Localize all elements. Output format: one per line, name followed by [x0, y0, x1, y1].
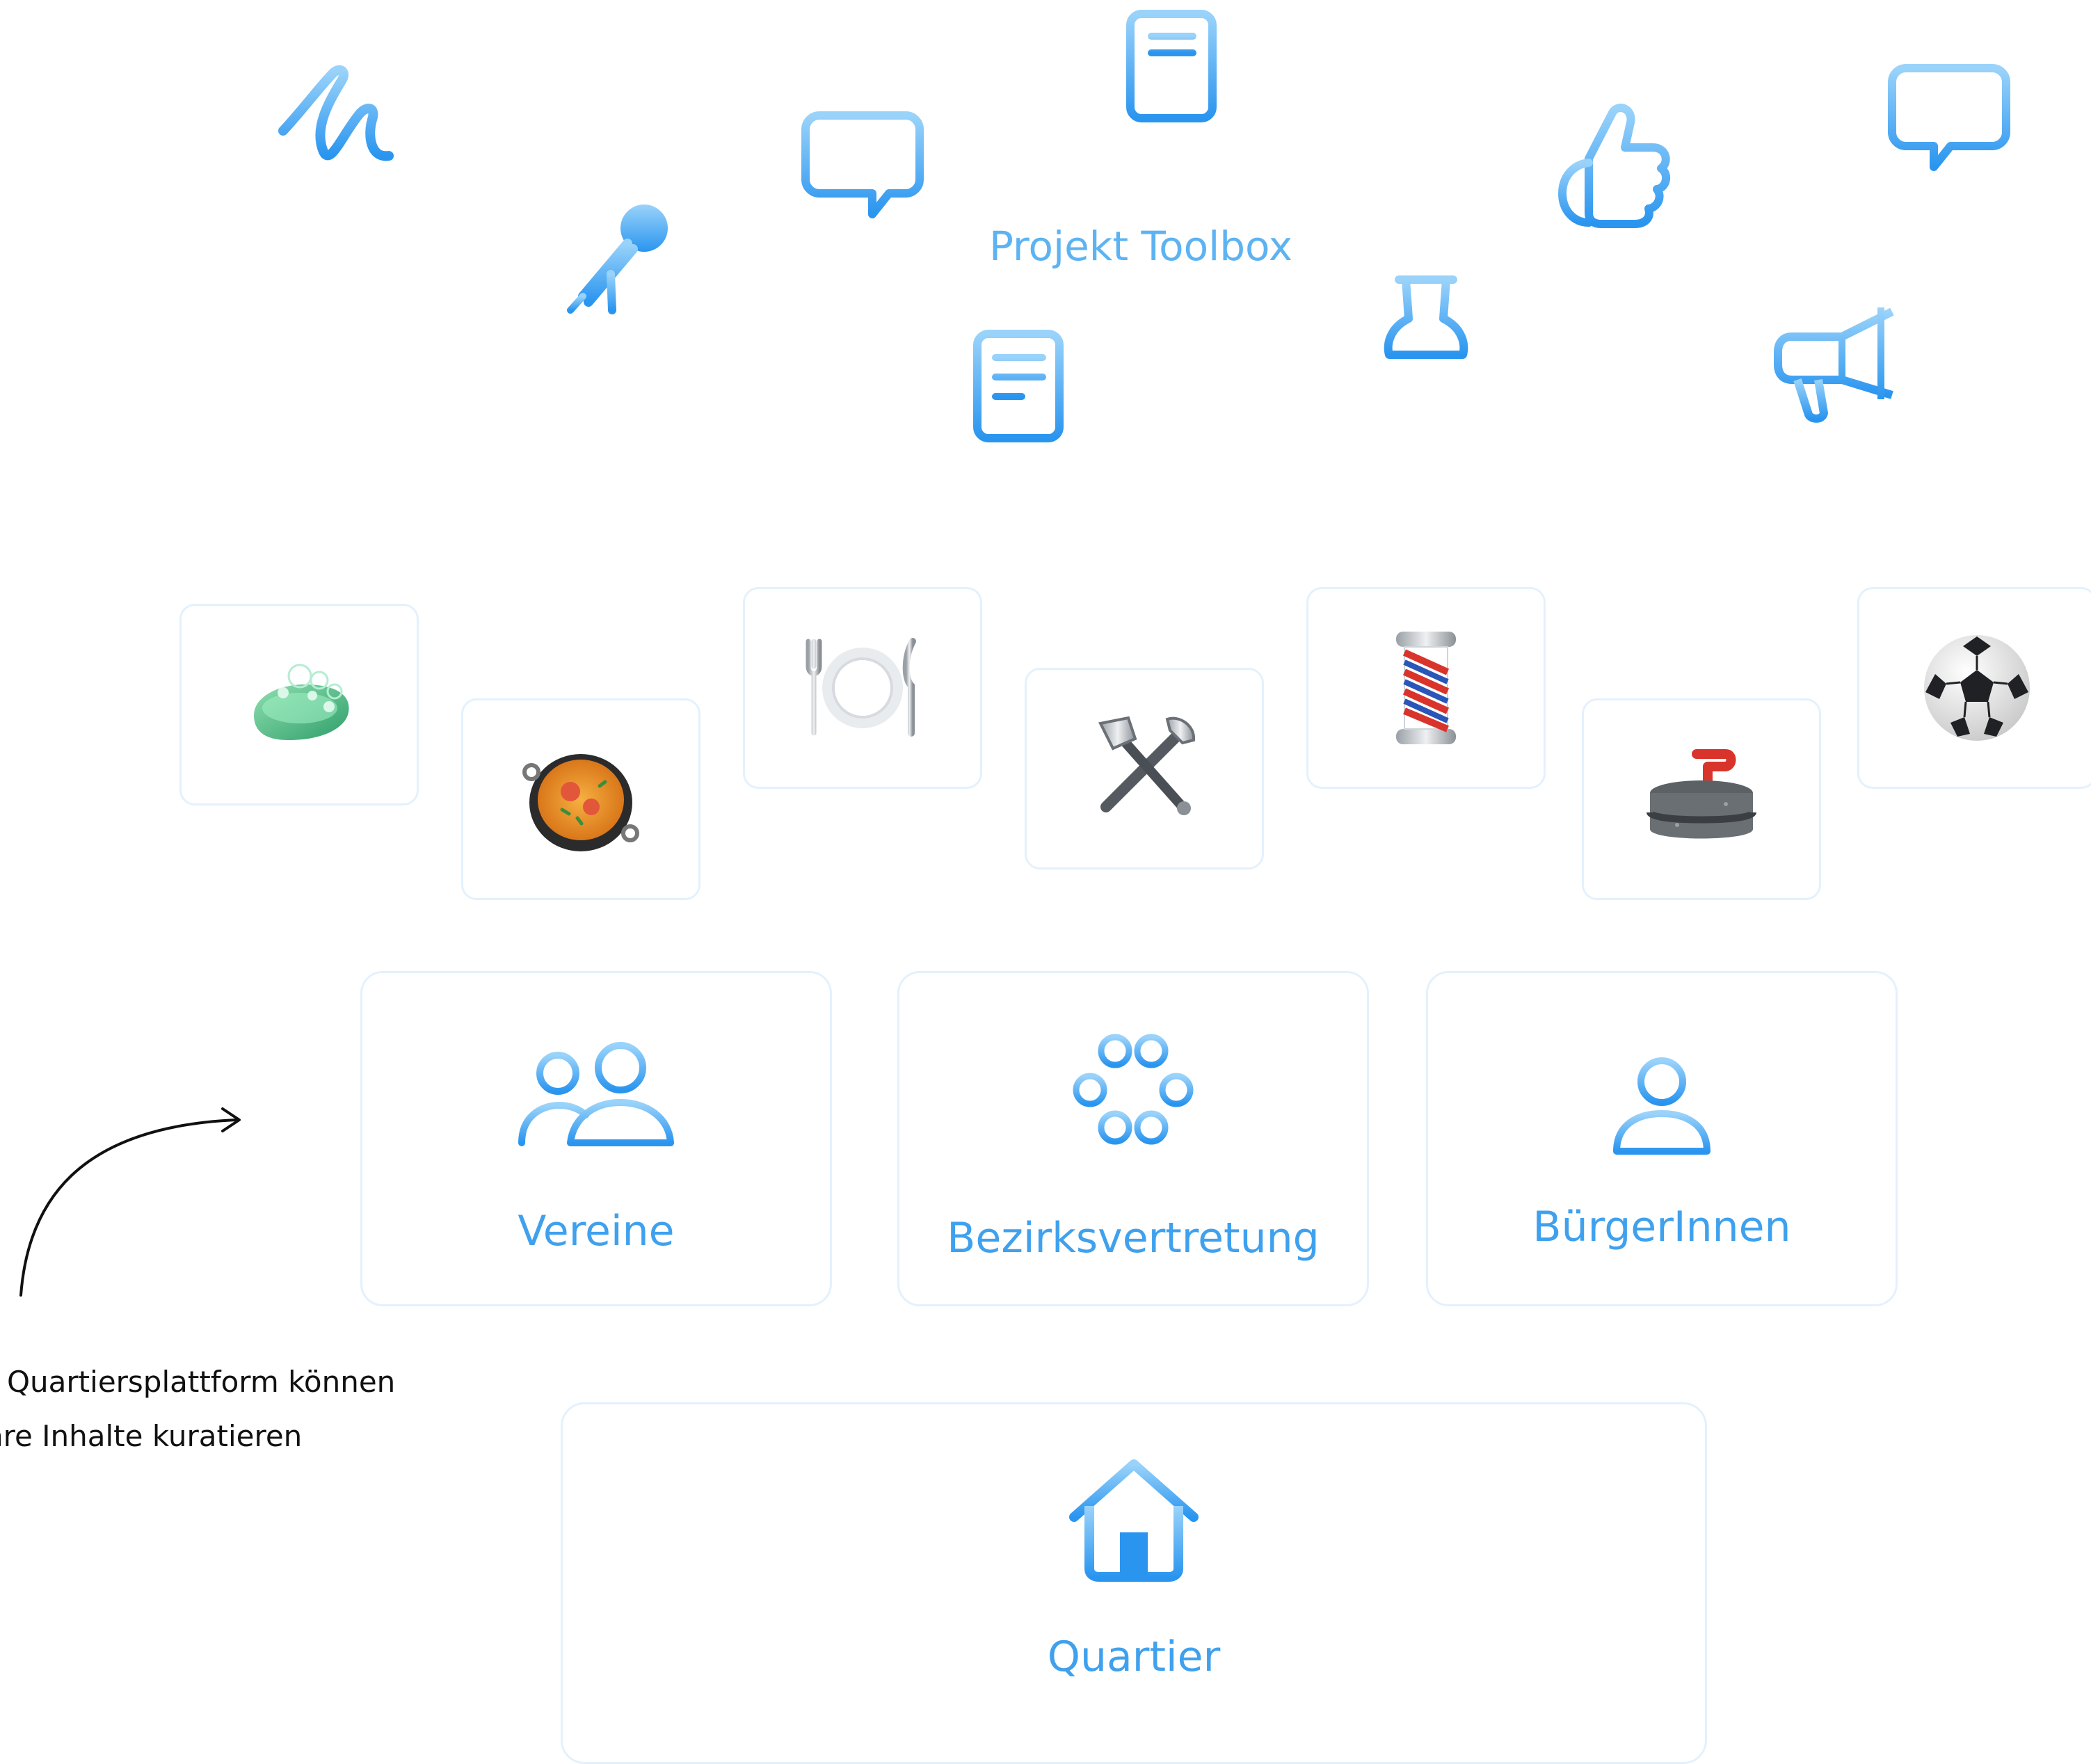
- speech-bubble-icon: [800, 110, 925, 228]
- person-icon: [1613, 1057, 1711, 1155]
- book-icon: [1123, 8, 1221, 127]
- pushpin-icon: [1381, 273, 1471, 405]
- annotation-line-2: hre Inhalte kuratieren: [0, 1419, 303, 1453]
- document-icon: [970, 328, 1068, 447]
- category-tile-barber[interactable]: [1306, 587, 1546, 789]
- soap-icon: [254, 664, 349, 740]
- category-tile-soap[interactable]: [179, 604, 419, 805]
- curling-stone-icon: [1647, 749, 1756, 839]
- category-tile-curling[interactable]: [1582, 698, 1821, 900]
- house-icon: [1069, 1459, 1199, 1582]
- annotation-arrow: [19, 1107, 241, 1297]
- soccer-ball-icon: [1924, 635, 2030, 741]
- group-label-bezirksvertretung: Bezirksvertretung: [947, 1214, 1320, 1262]
- speech-bubble-icon: [1886, 63, 2012, 181]
- paella-pan-icon: [522, 754, 639, 851]
- annotation-line-1: Quartiersplattform können: [7, 1365, 396, 1399]
- group-card-vereine[interactable]: Vereine: [360, 971, 832, 1306]
- category-tile-restaurant[interactable]: [743, 587, 982, 789]
- megaphone-icon: [1770, 298, 1909, 423]
- quartier-card[interactable]: Quartier: [561, 1402, 1707, 1764]
- barber-pole-icon: [1396, 632, 1456, 744]
- group-label-vereine: Vereine: [518, 1207, 675, 1256]
- category-tile-paella[interactable]: [461, 698, 700, 900]
- group-card-buergerinnen[interactable]: BürgerInnen: [1426, 971, 1898, 1306]
- category-tile-tools[interactable]: [1025, 668, 1264, 869]
- thumbs-up-icon: [1548, 99, 1674, 231]
- hammer-and-wrench-icon: [1098, 716, 1196, 815]
- circle-of-people-icon: [1073, 1034, 1194, 1145]
- group-card-bezirksvertretung[interactable]: Bezirksvertretung: [897, 971, 1369, 1306]
- group-of-people-icon: [518, 1042, 674, 1146]
- scribble-icon: [275, 61, 400, 173]
- quartier-label: Quartier: [1047, 1633, 1221, 1681]
- plate-with-cutlery-icon: [806, 638, 916, 737]
- category-tile-sports[interactable]: [1857, 587, 2091, 789]
- group-label-buergerinnen: BürgerInnen: [1532, 1203, 1791, 1251]
- annotation-text: Quartiersplattform können hre Inhalte ku…: [0, 1355, 395, 1464]
- microphone-icon: [555, 199, 680, 317]
- toolbox-title: Projekt Toolbox: [988, 223, 1293, 270]
